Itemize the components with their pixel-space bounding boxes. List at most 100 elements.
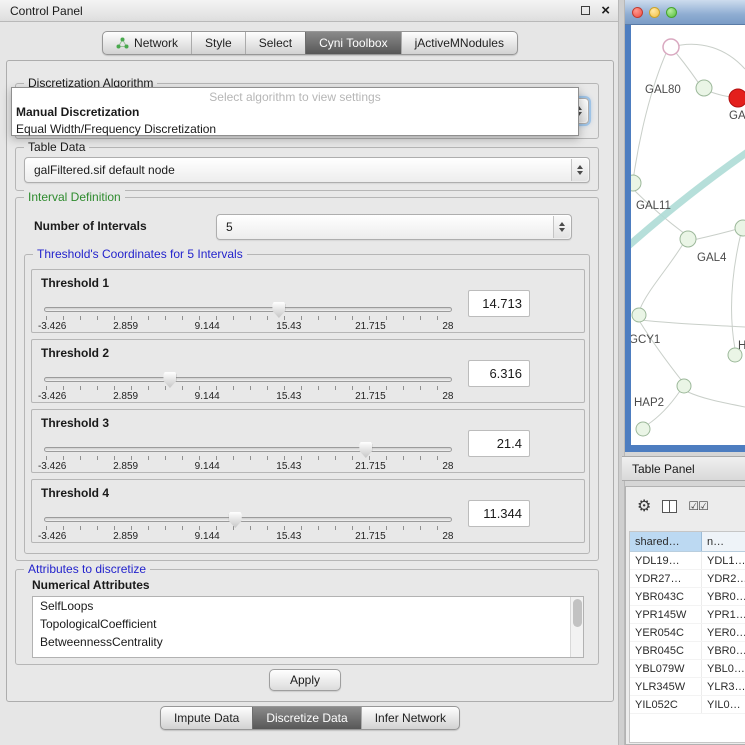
cell-name[interactable]: YBR0… xyxy=(702,588,745,605)
cell-shared-name[interactable]: YBR045C xyxy=(630,642,702,659)
cell-name[interactable]: YDL1… xyxy=(702,552,745,569)
tab-jactivemodules[interactable]: jActiveMNodules xyxy=(401,32,517,54)
table-row[interactable]: YBL079WYBL0… xyxy=(630,660,745,678)
panel-splitter[interactable] xyxy=(618,0,625,745)
threshold-1-value-field[interactable]: 14.713 xyxy=(468,290,530,317)
tab-style[interactable]: Style xyxy=(191,32,245,54)
threshold-1-box: Threshold 1 -3.426 2.859 9.144 15.43 21.… xyxy=(31,269,585,333)
number-of-intervals-combobox[interactable]: 5 xyxy=(216,214,572,240)
threshold-3-box: Threshold 3 -3.426 2.859 9.144 15.43 21.… xyxy=(31,409,585,473)
scale-label: 9.144 xyxy=(195,461,220,472)
close-icon[interactable]: × xyxy=(601,3,610,18)
table-row[interactable]: YBR043CYBR0… xyxy=(630,588,745,606)
table-row[interactable]: YPR145WYPR1… xyxy=(630,606,745,624)
tab-impute-data[interactable]: Impute Data xyxy=(161,707,252,729)
select-all-icon[interactable]: ☑☑ xyxy=(688,499,708,513)
cell-name[interactable]: YPR1… xyxy=(702,606,745,623)
node-gcy1[interactable] xyxy=(632,308,646,322)
cell-shared-name[interactable]: YER054C xyxy=(630,624,702,641)
dropdown-option-manual-discretization[interactable]: Manual Discretization xyxy=(12,104,578,121)
thresholds-group-title: Threshold's Coordinates for 5 Intervals xyxy=(33,247,247,262)
threshold-2-value-field[interactable]: 6.316 xyxy=(468,360,530,387)
tab-select[interactable]: Select xyxy=(245,32,305,54)
table-row[interactable]: YER054CYER0… xyxy=(630,624,745,642)
cell-name[interactable]: YER0… xyxy=(702,624,745,641)
slider-scale: -3.426 2.859 9.144 15.43 21.715 28 xyxy=(44,321,452,333)
selected-node[interactable] xyxy=(729,89,745,107)
network-view-window: GAL80 GA GAL11 GAL4 GCY1 HAP2 H xyxy=(625,0,745,452)
cell-shared-name[interactable]: YBR043C xyxy=(630,588,702,605)
cell-shared-name[interactable]: YPR145W xyxy=(630,606,702,623)
column-header-name[interactable]: n… xyxy=(702,532,745,551)
tab-discretize-data[interactable]: Discretize Data xyxy=(252,707,360,729)
table-row[interactable]: YBR045CYBR0… xyxy=(630,642,745,660)
network-window-titlebar[interactable] xyxy=(625,0,745,25)
node-label-gal80: GAL80 xyxy=(645,84,681,96)
table-row[interactable]: YIL052CYIL0… xyxy=(630,696,745,714)
tab-infer-network[interactable]: Infer Network xyxy=(361,707,459,729)
node-gal80[interactable] xyxy=(696,80,712,96)
close-traffic-light-icon[interactable] xyxy=(632,7,643,18)
cell-shared-name[interactable]: YDR27… xyxy=(630,570,702,587)
threshold-2-label: Threshold 2 xyxy=(41,346,109,360)
node-gal4[interactable] xyxy=(680,231,696,247)
threshold-4-label: Threshold 4 xyxy=(41,486,109,500)
tab-discretize-data-label: Discretize Data xyxy=(266,711,347,725)
node-label-gal4: GAL4 xyxy=(697,252,727,264)
table-row[interactable]: YDR27…YDR2… xyxy=(630,570,745,588)
cell-shared-name[interactable]: YBL079W xyxy=(630,660,702,677)
gear-icon[interactable]: ⚙ xyxy=(637,498,651,514)
algorithm-dropdown-popup: Select algorithm to view settings Manual… xyxy=(11,87,579,136)
node-label-partial: GA xyxy=(729,110,745,122)
cell-shared-name[interactable]: YIL052C xyxy=(630,696,702,713)
network-canvas[interactable]: GAL80 GA GAL11 GAL4 GCY1 HAP2 H xyxy=(631,25,745,445)
cell-name[interactable]: YIL0… xyxy=(702,696,745,713)
node-hap2[interactable] xyxy=(636,422,650,436)
tab-cyni-toolbox[interactable]: Cyni Toolbox xyxy=(305,32,400,54)
tab-impute-data-label: Impute Data xyxy=(174,711,239,725)
zoom-traffic-light-icon[interactable] xyxy=(666,7,677,18)
node-label-partial: H xyxy=(738,340,745,352)
dropdown-option-equal-width-frequency[interactable]: Equal Width/Frequency Discretization xyxy=(12,121,578,138)
cell-name[interactable]: YDR2… xyxy=(702,570,745,587)
scale-label: 21.715 xyxy=(355,531,386,542)
scale-label: -3.426 xyxy=(38,531,66,542)
columns-icon[interactable] xyxy=(662,500,677,513)
threshold-3-slider[interactable]: -3.426 2.859 9.144 15.43 21.715 28 xyxy=(44,442,452,472)
minimize-traffic-light-icon[interactable] xyxy=(649,7,660,18)
float-panel-icon[interactable] xyxy=(581,6,590,15)
apply-button[interactable]: Apply xyxy=(269,669,341,691)
tab-network[interactable]: Network xyxy=(103,32,191,54)
node[interactable] xyxy=(735,220,745,236)
cell-name[interactable]: YBR0… xyxy=(702,642,745,659)
list-item-betweennesscentrality[interactable]: BetweennessCentrality xyxy=(33,633,583,651)
table-data-combobox[interactable]: galFiltered.sif default node xyxy=(24,157,590,183)
table-row[interactable]: YLR345WYLR3… xyxy=(630,678,745,696)
cell-name[interactable]: YBL0… xyxy=(702,660,745,677)
threshold-4-slider[interactable]: -3.426 2.859 9.144 15.43 21.715 28 xyxy=(44,512,452,542)
cell-shared-name[interactable]: YDL19… xyxy=(630,552,702,569)
scale-label: -3.426 xyxy=(38,461,66,472)
threshold-4-box: Threshold 4 -3.426 2.859 9.144 15.43 21.… xyxy=(31,479,585,543)
list-item-selfloops[interactable]: SelfLoops xyxy=(33,597,583,615)
top-tab-segment: Network Style Select Cyni Toolbox jActiv… xyxy=(102,31,518,55)
scrollbar-thumb[interactable] xyxy=(573,599,582,627)
node-gal11[interactable] xyxy=(631,175,641,191)
scale-label: 9.144 xyxy=(195,321,220,332)
threshold-1-slider[interactable]: -3.426 2.859 9.144 15.43 21.715 28 xyxy=(44,302,452,332)
node[interactable] xyxy=(677,379,691,393)
table-row[interactable]: YDL19…YDL1… xyxy=(630,552,745,570)
threshold-3-value-field[interactable]: 21.4 xyxy=(468,430,530,457)
number-of-intervals-value: 5 xyxy=(226,220,233,234)
cell-shared-name[interactable]: YLR345W xyxy=(630,678,702,695)
list-scrollbar[interactable] xyxy=(570,597,583,657)
tab-jactivemodules-label: jActiveMNodules xyxy=(415,36,504,50)
column-header-shared-name[interactable]: shared… xyxy=(630,532,702,551)
threshold-2-slider[interactable]: -3.426 2.859 9.144 15.43 21.715 28 xyxy=(44,372,452,402)
node[interactable] xyxy=(663,39,679,55)
cell-name[interactable]: YLR3… xyxy=(702,678,745,695)
threshold-4-value-field[interactable]: 11.344 xyxy=(468,500,530,527)
threshold-2-box: Threshold 2 -3.426 2.859 9.144 15.43 21.… xyxy=(31,339,585,403)
list-item-topologicalcoefficient[interactable]: TopologicalCoefficient xyxy=(33,615,583,633)
combo-stepper-icon xyxy=(553,216,570,238)
